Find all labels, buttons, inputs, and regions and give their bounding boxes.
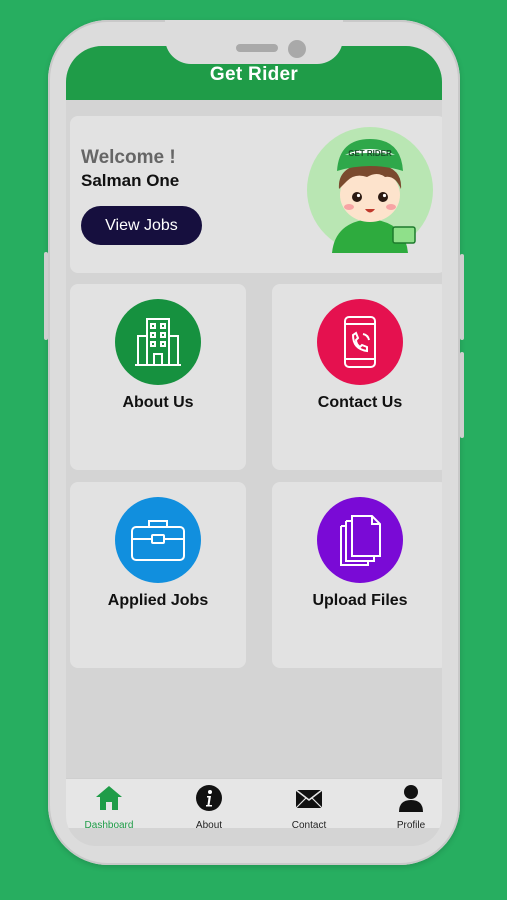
nav-profile[interactable]: Profile	[376, 784, 442, 831]
nav-about-label: About	[195, 820, 223, 831]
welcome-card: Welcome ! Salman One View Jobs GET RIDER	[70, 116, 442, 273]
side-button	[460, 352, 464, 438]
briefcase-icon	[131, 520, 185, 561]
applied-jobs-circle	[115, 497, 201, 583]
phone-icon	[344, 316, 376, 368]
view-jobs-button[interactable]: View Jobs	[81, 206, 202, 245]
contact-us-label: Contact Us	[317, 394, 403, 411]
avatar-cap-text: GET RIDER	[348, 149, 392, 158]
info-icon	[196, 785, 222, 811]
home-icon	[96, 786, 122, 810]
about-us-label: About Us	[122, 394, 194, 411]
applied-jobs-label: Applied Jobs	[107, 592, 209, 609]
welcome-greeting: Welcome !	[81, 147, 176, 168]
rider-avatar: GET RIDER	[307, 127, 433, 253]
volume-button	[44, 252, 48, 340]
mail-icon	[295, 789, 323, 809]
files-icon	[340, 515, 381, 566]
nav-dashboard-label: Dashboard	[84, 820, 134, 831]
upload-files-circle	[317, 497, 403, 583]
contact-us-circle	[317, 299, 403, 385]
upload-files-label: Upload Files	[312, 592, 408, 609]
app-screen: Get Rider Welcome ! Salman One View Jobs…	[66, 46, 442, 846]
nav-about[interactable]: About	[174, 784, 244, 831]
nav-profile-label: Profile	[396, 820, 426, 831]
about-us-circle	[115, 299, 201, 385]
user-icon	[399, 785, 423, 812]
front-camera	[288, 40, 306, 58]
nav-contact[interactable]: Contact	[274, 784, 344, 831]
app-title: Get Rider	[209, 64, 299, 85]
phone-notch	[165, 20, 343, 64]
bottom-navigation: Dashboard About Contact Profile	[66, 778, 442, 831]
contact-us-tile[interactable]: Contact Us	[272, 284, 442, 470]
nav-dashboard[interactable]: Dashboard	[74, 784, 144, 831]
nav-contact-label: Contact	[291, 820, 327, 831]
about-us-tile[interactable]: About Us	[70, 284, 246, 470]
power-button	[460, 254, 464, 340]
user-name: Salman One	[81, 171, 180, 190]
speaker-grille	[236, 44, 278, 52]
upload-files-tile[interactable]: Upload Files	[272, 482, 442, 668]
applied-jobs-tile[interactable]: Applied Jobs	[70, 482, 246, 668]
building-icon	[135, 318, 181, 366]
